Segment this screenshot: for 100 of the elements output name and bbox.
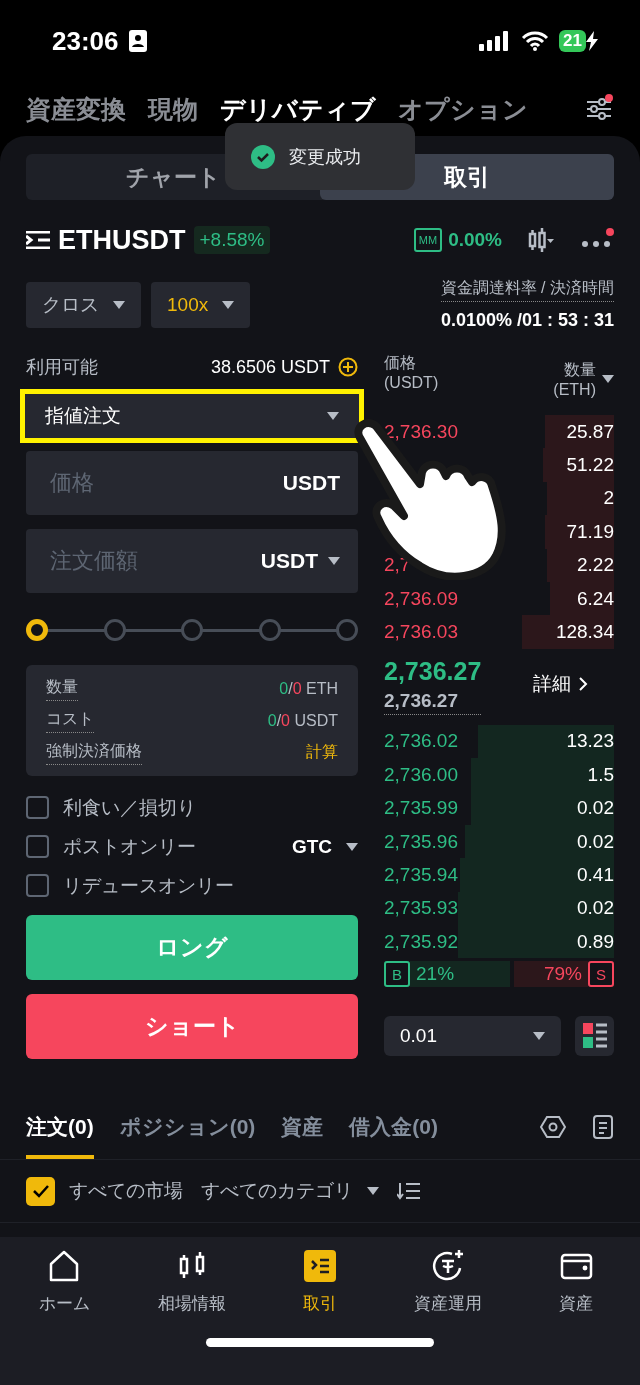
mm-rate: 0.00% — [448, 229, 502, 251]
checkbox[interactable] — [26, 796, 49, 819]
book-layout-icon — [582, 1023, 607, 1050]
ask-price: 2,736.03 — [384, 621, 458, 644]
chevron-right-icon — [579, 676, 588, 691]
sell-ratio: 79% — [513, 961, 588, 988]
market-tab[interactable]: 資産変換 — [26, 92, 126, 126]
caret-icon — [328, 557, 340, 565]
orders-tab[interactable]: 資産 — [281, 1095, 324, 1159]
bid-quantity: 0.02 — [577, 897, 614, 920]
summary-label: 数量 — [46, 676, 78, 701]
filter-label: すべての市場 — [69, 1179, 183, 1203]
wifi-icon — [521, 31, 550, 51]
buy-ratio: 21% — [410, 961, 510, 988]
mm-badge: MM — [413, 228, 443, 252]
option-label: リデュースオンリー — [63, 873, 234, 898]
caret-icon — [346, 842, 358, 851]
market-tab[interactable]: デリバティブ — [220, 92, 376, 126]
ask-quantity: 51.22 — [566, 454, 614, 477]
category-dropdown[interactable]: すべてのカテゴリ — [201, 1168, 379, 1214]
caret-icon — [222, 300, 235, 309]
candlestick-icon[interactable] — [528, 226, 554, 254]
checkbox[interactable] — [26, 835, 49, 858]
quantity-unit: (ETH) — [553, 380, 596, 399]
caret-icon — [327, 412, 339, 420]
depth-bar — [545, 415, 614, 449]
ask-quantity: 128.34 — [555, 621, 614, 644]
funding-label: 資金調達料率 / 決済時間 — [440, 278, 614, 302]
nav-item[interactable]: 相場情報 — [128, 1247, 256, 1316]
bid-price: 2,735.93 — [384, 897, 458, 920]
bid-price: 2,736.00 — [384, 763, 458, 786]
available-label: 利用可能 — [26, 356, 98, 379]
trade-icon — [302, 1248, 338, 1284]
add-icon[interactable] — [338, 357, 358, 377]
orders-tab[interactable]: 注文(0) — [26, 1095, 94, 1159]
check-icon — [32, 1184, 49, 1198]
market-tab[interactable]: オプション — [398, 92, 528, 126]
ask-price: 2,736.30 — [384, 420, 458, 443]
amount-field[interactable]: 注文価額 USDT — [26, 529, 358, 593]
bid-quantity: 1.5 — [587, 763, 614, 786]
bid-quantity: 0.02 — [577, 830, 614, 853]
price-unit: (USDT) — [384, 374, 439, 392]
symbol-name[interactable]: ETHUSDT — [58, 224, 186, 256]
checkbox[interactable] — [26, 874, 49, 897]
book-layout-button[interactable] — [575, 1016, 614, 1057]
bid-quantity: 0.89 — [577, 930, 614, 953]
sort-icon[interactable] — [397, 1182, 421, 1200]
battery-level: 21 — [559, 30, 586, 52]
check-circle-icon — [251, 144, 275, 169]
bid-quantity: 0.02 — [577, 797, 614, 820]
nav-item[interactable]: ホーム — [0, 1247, 128, 1316]
caret-icon — [367, 1187, 379, 1195]
orders-tab[interactable]: ポジション(0) — [119, 1095, 256, 1159]
bid-price: 2,735.92 — [384, 930, 458, 953]
funding-value: 0.0100% /01 : 53 : 31 — [440, 310, 614, 331]
checkbox[interactable] — [26, 1176, 55, 1206]
bid-quantity: 0.41 — [577, 864, 614, 886]
id-card-icon — [128, 30, 147, 52]
mark-price: 2,736.27 — [384, 689, 482, 715]
last-price: 2,736.27 — [384, 656, 482, 686]
ask-quantity: 71.19 — [566, 520, 614, 543]
order-type-dropdown[interactable]: 指値注文 — [25, 394, 359, 438]
nav-item[interactable]: 資産運用 — [384, 1247, 512, 1316]
option-label: 利食い／損切り — [63, 795, 196, 820]
ask-quantity: 25.87 — [566, 420, 614, 443]
detail-link[interactable]: 詳細 — [533, 670, 571, 697]
nav-item[interactable]: 取引 — [256, 1247, 384, 1316]
ask-quantity: 6.24 — [577, 587, 614, 610]
margin-mode-dropdown[interactable]: クロス — [26, 281, 141, 328]
time-in-force-dropdown[interactable]: GTC — [291, 831, 358, 862]
price-field[interactable]: 価格 USDT — [26, 451, 358, 515]
summary-label: 強制決済価格 — [46, 740, 142, 765]
leverage-dropdown[interactable]: 100x — [151, 281, 251, 328]
menu-icon[interactable] — [26, 231, 50, 249]
price-header: 価格 — [384, 353, 416, 373]
short-button[interactable]: ショート — [26, 994, 358, 1059]
precision-dropdown[interactable]: 0.01 — [384, 1016, 561, 1057]
status-time: 23:06 — [52, 25, 119, 57]
calculate-link[interactable]: 計算 — [306, 742, 338, 763]
orders-tab[interactable]: 借入金(0) — [349, 1095, 438, 1159]
bid-price: 2,735.99 — [384, 797, 458, 820]
price-change: +8.58% — [193, 226, 271, 254]
summary-value: 0/0 ETH — [279, 679, 338, 698]
hexagon-icon[interactable] — [540, 1114, 566, 1140]
summary-value: 0/0 USDT — [267, 711, 338, 730]
document-icon[interactable] — [592, 1114, 614, 1140]
caret-icon — [113, 300, 125, 309]
bid-price: 2,735.94 — [384, 864, 458, 886]
quantity-header: 数量 — [564, 359, 596, 380]
ask-price: 2,736.09 — [384, 587, 458, 610]
nav-item[interactable]: 資産 — [512, 1247, 640, 1316]
ask-quantity: 2.22 — [577, 554, 614, 577]
price-input[interactable]: 価格 — [48, 469, 283, 497]
available-balance: 38.6506 USDT — [210, 356, 330, 378]
sell-badge: S — [588, 961, 614, 988]
amount-input[interactable]: 注文価額 — [48, 547, 261, 575]
caret-icon — [602, 375, 614, 383]
market-tab[interactable]: 現物 — [148, 92, 198, 126]
ask-quantity: 2 — [603, 487, 614, 510]
option-label: ポストオンリー — [63, 834, 196, 859]
